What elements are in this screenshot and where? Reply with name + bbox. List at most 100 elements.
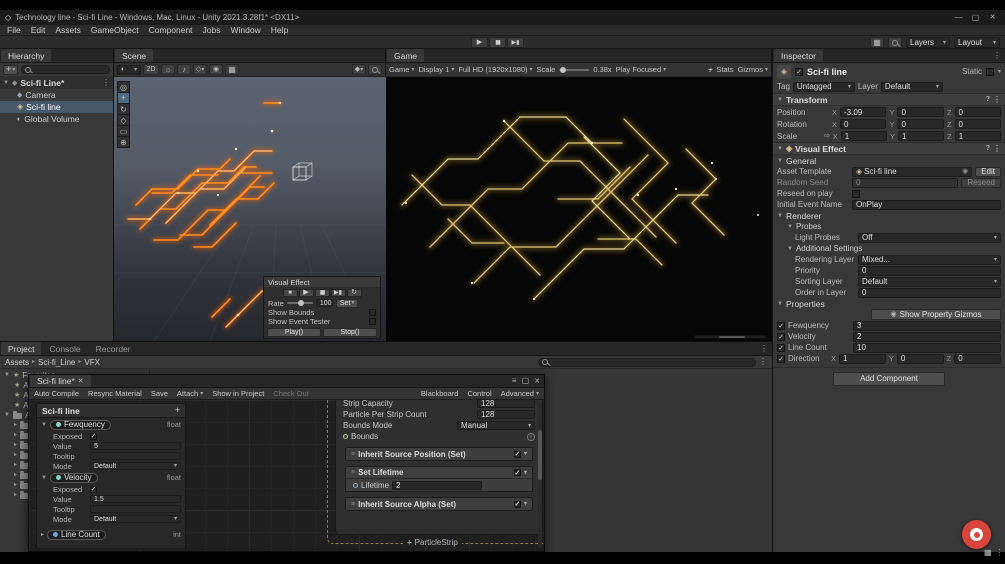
menu-component[interactable]: Component xyxy=(144,25,198,35)
blackboard-header[interactable]: Sci-fi line xyxy=(37,404,185,418)
menu-window[interactable]: Window xyxy=(226,25,266,35)
edit-button[interactable]: Edit xyxy=(975,166,1001,177)
game-mode-dropdown[interactable]: Game xyxy=(389,65,414,74)
tab-vfx-graph[interactable]: Sci-fi line* xyxy=(30,375,91,387)
menu-edit[interactable]: Edit xyxy=(26,25,51,35)
audio-toggle[interactable] xyxy=(177,64,191,75)
rate-value-field[interactable]: 100 xyxy=(315,299,333,307)
layers-dropdown[interactable]: Layers xyxy=(906,37,950,48)
override-checkbox[interactable] xyxy=(777,343,785,352)
rotation-z-field[interactable]: 0 xyxy=(954,119,1001,129)
component-menu-icon[interactable] xyxy=(993,96,1001,104)
foldout-open-icon[interactable] xyxy=(777,97,783,103)
hierarchy-item-global-volume[interactable]: Global Volume xyxy=(0,113,113,125)
vfx-stop-button[interactable] xyxy=(282,288,298,297)
static-checkbox[interactable] xyxy=(985,67,994,76)
project-search-input[interactable] xyxy=(538,357,756,367)
lighting-toggle[interactable] xyxy=(161,64,175,75)
reseed-button[interactable]: Reseed xyxy=(961,177,1001,188)
hierarchy-item-camera[interactable]: Camera xyxy=(0,89,113,101)
menu-jobs[interactable]: Jobs xyxy=(198,25,226,35)
particle-system-label[interactable]: ParticleStrip xyxy=(403,537,462,548)
step-mode-button[interactable] xyxy=(507,37,524,48)
check-out-button[interactable]: Check Out xyxy=(273,389,308,398)
scene-search-button[interactable] xyxy=(368,64,382,75)
vfx-restart-button[interactable] xyxy=(346,288,362,297)
value-field[interactable]: 1.5 xyxy=(90,495,181,503)
transform-header[interactable]: Transform xyxy=(773,93,1005,106)
notification-badge[interactable] xyxy=(962,520,991,549)
position-z-field[interactable]: 0 xyxy=(954,107,1001,117)
direction-y-field[interactable]: 0 xyxy=(896,353,944,364)
play-event-button[interactable]: Play() xyxy=(267,327,321,337)
value-field[interactable]: 5 xyxy=(90,442,181,450)
probes-foldout[interactable]: Probes xyxy=(773,221,1005,232)
layer-dropdown[interactable]: Default xyxy=(880,81,943,92)
layout-dropdown[interactable]: Layout xyxy=(954,37,1000,48)
game-gizmos-dropdown[interactable]: Gizmos xyxy=(738,65,768,74)
rotation-x-field[interactable]: 0 xyxy=(840,119,887,129)
inspector-options-icon[interactable] xyxy=(993,52,1001,60)
fewquency-field[interactable]: 3 xyxy=(853,320,1001,331)
play-focused-dropdown[interactable]: Play Focused xyxy=(616,65,666,74)
direction-z-field[interactable]: 0 xyxy=(954,353,1002,364)
vfx-step-button[interactable] xyxy=(330,288,346,297)
input-port[interactable] xyxy=(353,482,358,488)
project-search-options-icon[interactable] xyxy=(759,358,767,366)
order-in-layer-field[interactable]: 0 xyxy=(858,287,1001,298)
breadcrumb-folder[interactable]: Sci-fi_Line xyxy=(38,358,75,367)
grid-dropdown[interactable] xyxy=(225,64,239,75)
auto-compile-button[interactable]: Auto Compile xyxy=(34,389,79,398)
general-foldout[interactable]: General xyxy=(773,155,1005,166)
effects-dropdown[interactable] xyxy=(193,64,207,75)
blackboard-toggle[interactable]: Blackboard xyxy=(421,389,459,398)
exposed-checkbox[interactable] xyxy=(90,485,97,493)
additional-settings-foldout[interactable]: Additional Settings xyxy=(773,243,1005,254)
menu-help[interactable]: Help xyxy=(266,25,293,35)
breadcrumb-subfolder[interactable]: VFX xyxy=(84,358,100,367)
draw-mode-dropdown[interactable] xyxy=(117,64,141,75)
stop-event-button[interactable]: Stop() xyxy=(323,327,377,337)
line-count-field[interactable]: 10 xyxy=(853,342,1001,353)
reseed-on-play-checkbox[interactable] xyxy=(852,189,860,198)
vfx-vscrollbar[interactable] xyxy=(538,402,542,548)
velocity-field[interactable]: 2 xyxy=(853,331,1001,342)
block-set-lifetime[interactable]: Set Lifetime Lifetime 2 xyxy=(345,466,533,492)
sorting-layer-dropdown[interactable]: Default xyxy=(858,276,1001,287)
window-maximize-icon[interactable] xyxy=(522,377,530,385)
show-property-gizmos-button[interactable]: Show Property Gizmos xyxy=(871,309,1001,320)
help-icon[interactable] xyxy=(986,96,990,103)
mode-dropdown[interactable]: Default xyxy=(90,515,181,523)
asset-template-field[interactable]: Sci-fi line xyxy=(852,166,973,177)
initialize-context-node[interactable]: Strip Capacity 128 Particle Per Strip Co… xyxy=(335,400,543,535)
block-enabled-checkbox[interactable] xyxy=(513,469,521,476)
bounds-mode-dropdown[interactable]: Manual xyxy=(457,421,535,430)
override-checkbox[interactable] xyxy=(777,354,785,363)
transform-tool-button[interactable]: ⊕ xyxy=(117,136,130,148)
foldout-open-icon[interactable] xyxy=(41,422,47,428)
window-menu-icon[interactable] xyxy=(512,377,517,385)
bounds-cube-gizmo[interactable] xyxy=(290,159,316,185)
menu-assets[interactable]: Assets xyxy=(50,25,86,35)
close-button[interactable] xyxy=(985,12,1000,23)
block-enabled-checkbox[interactable] xyxy=(513,450,521,458)
add-parameter-icon[interactable] xyxy=(175,406,180,415)
attach-dropdown[interactable]: Attach xyxy=(177,389,203,398)
param-pill[interactable]: Velocity xyxy=(49,472,98,483)
game-hscrollbar[interactable] xyxy=(694,335,766,339)
scale-z-field[interactable]: 1 xyxy=(954,131,1001,141)
vfx-pause-button[interactable] xyxy=(314,288,330,297)
show-tester-checkbox[interactable] xyxy=(369,318,376,325)
foldout-closed-icon[interactable] xyxy=(41,532,44,538)
overlay-header[interactable]: Visual Effect xyxy=(264,277,380,287)
save-button[interactable]: Save xyxy=(151,389,168,398)
exposed-checkbox[interactable] xyxy=(90,432,97,440)
tag-dropdown[interactable]: Untagged xyxy=(792,81,855,92)
game-viewport[interactable] xyxy=(386,77,772,341)
tab-scene[interactable]: Scene xyxy=(115,49,154,62)
tooltip-field[interactable] xyxy=(90,452,181,460)
help-icon[interactable] xyxy=(986,145,990,152)
visual-effect-header[interactable]: Visual Effect xyxy=(773,142,1005,155)
priority-field[interactable]: 0 xyxy=(858,265,1001,276)
scale-y-field[interactable]: 1 xyxy=(897,131,945,141)
